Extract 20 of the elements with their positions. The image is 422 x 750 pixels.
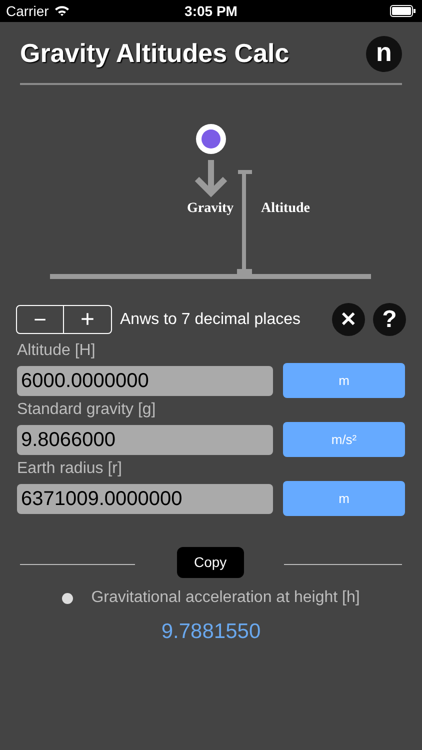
value-field[interactable]: 6000.0000000 [17, 366, 273, 396]
field-label: Standard gravity [g] [17, 400, 157, 420]
clear-button[interactable]: ✕ [332, 303, 365, 336]
value-field[interactable]: 6371009.0000000 [17, 484, 273, 514]
help-button[interactable]: ? [373, 303, 406, 336]
value-field[interactable]: 9.8066000 [17, 424, 273, 454]
clock-time: 3:05 PM [184, 2, 238, 20]
carrier-label: Carrier [6, 2, 49, 20]
altitude-label: Altitude [261, 200, 310, 218]
gravity-label: Gravity [187, 200, 234, 218]
app-title: Gravity Altitudes Calc [20, 37, 290, 70]
increment-button[interactable]: + [64, 306, 111, 333]
decrement-button[interactable]: − [17, 306, 64, 333]
precision-label: Anws to 7 decimal places [120, 310, 301, 330]
field-label: Altitude [H] [17, 341, 96, 361]
logo-button[interactable]: n [366, 36, 402, 72]
result-value[interactable]: 9.7881550 [161, 616, 261, 648]
field-label: Earth radius [r] [17, 459, 123, 479]
result-label: Gravitational acceleration at height [h] [91, 588, 360, 608]
copy-tooltip: Copy [177, 547, 244, 578]
